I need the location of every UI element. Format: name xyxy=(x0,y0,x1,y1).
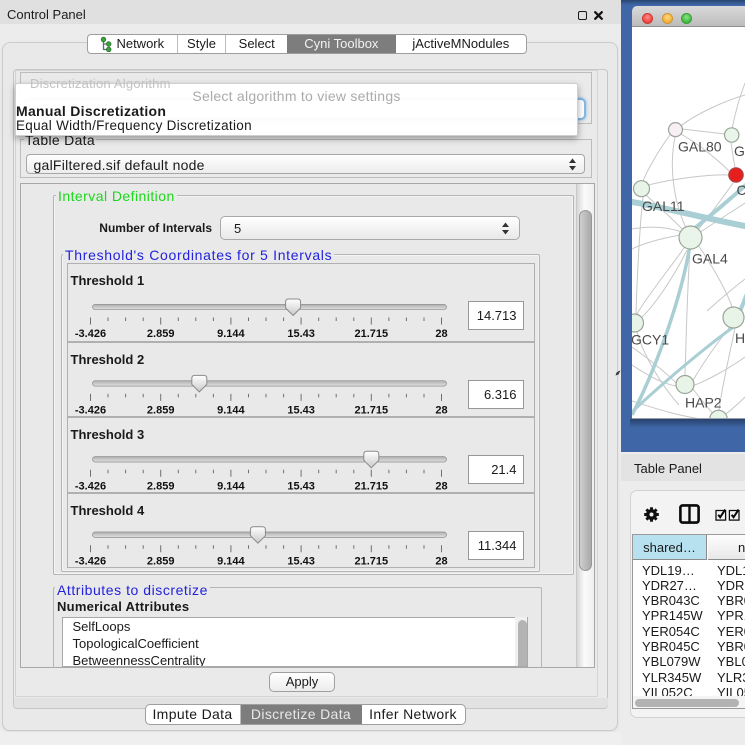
svg-text:-3.426: -3.426 xyxy=(74,404,105,416)
svg-text:2.859: 2.859 xyxy=(146,480,174,492)
svg-text:2.859: 2.859 xyxy=(146,328,174,340)
svg-text:21.715: 21.715 xyxy=(354,556,388,568)
svg-text:GAL80: GAL80 xyxy=(678,139,722,155)
svg-text:GCY1: GCY1 xyxy=(632,332,669,348)
svg-text:28: 28 xyxy=(435,404,447,416)
svg-text:15.43: 15.43 xyxy=(287,556,315,568)
svg-text:28: 28 xyxy=(435,556,447,568)
svg-text:9.144: 9.144 xyxy=(217,404,245,416)
svg-text:C…: C… xyxy=(737,182,745,198)
svg-text:28: 28 xyxy=(435,328,447,340)
svg-text:15.43: 15.43 xyxy=(287,404,315,416)
svg-text:HA: HA xyxy=(735,330,745,346)
svg-text:15.43: 15.43 xyxy=(287,480,315,492)
svg-text:28: 28 xyxy=(435,480,447,492)
svg-text:GAL11: GAL11 xyxy=(642,198,685,214)
svg-text:-3.426: -3.426 xyxy=(74,328,105,340)
svg-text:GA: GA xyxy=(734,143,745,159)
svg-text:9.144: 9.144 xyxy=(217,480,245,492)
svg-text:21.715: 21.715 xyxy=(354,404,388,416)
svg-text:21.715: 21.715 xyxy=(354,480,388,492)
svg-text:-3.426: -3.426 xyxy=(74,556,105,568)
svg-text:21.715: 21.715 xyxy=(354,328,388,340)
svg-text:15.43: 15.43 xyxy=(287,328,315,340)
svg-text:2.859: 2.859 xyxy=(146,556,174,568)
svg-text:GAL4: GAL4 xyxy=(692,251,728,267)
svg-text:-3.426: -3.426 xyxy=(74,480,105,492)
svg-text:9.144: 9.144 xyxy=(217,328,245,340)
svg-text:HAP2: HAP2 xyxy=(685,395,722,411)
svg-text:2.859: 2.859 xyxy=(146,404,174,416)
svg-text:9.144: 9.144 xyxy=(217,556,245,568)
